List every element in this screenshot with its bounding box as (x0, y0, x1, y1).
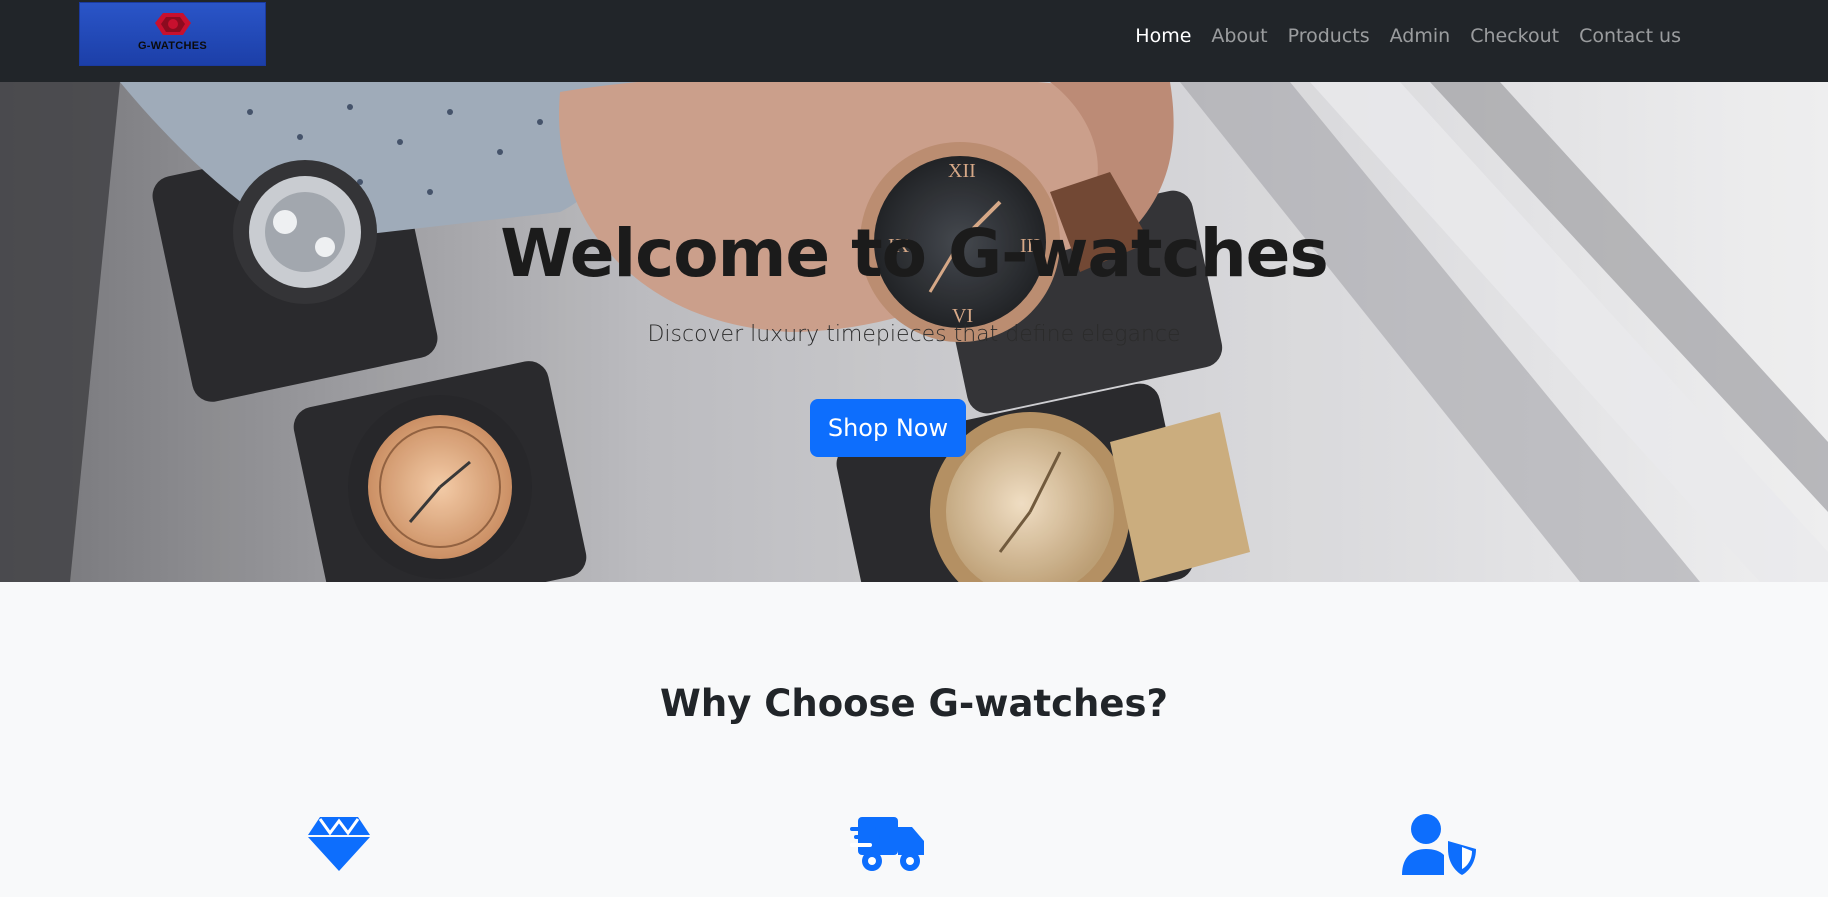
nav-menu: Home About Products Admin Checkout Conta… (1125, 0, 1691, 72)
user-shield-icon (1402, 814, 1476, 875)
shop-now-button[interactable]: Shop Now (810, 399, 966, 457)
brand-text: G-WATCHES (137, 40, 208, 52)
gem-icon (308, 817, 370, 871)
nav-link-admin[interactable]: Admin (1380, 25, 1461, 47)
logo-emblem-icon (155, 13, 191, 35)
nav-link-checkout[interactable]: Checkout (1460, 25, 1569, 47)
hero-banner: XII III VI IX Welcome to G-watches Discove… (0, 82, 1828, 582)
hero-title: Welcome to G-watches (500, 215, 1328, 292)
navbar: G-WATCHES Home About Products Admin Chec… (0, 0, 1828, 82)
hero-subtitle: Discover luxury timepieces that define e… (647, 322, 1181, 347)
nav-link-contact[interactable]: Contact us (1569, 25, 1691, 47)
shipping-fast-icon (850, 817, 924, 871)
nav-link-about[interactable]: About (1201, 25, 1277, 47)
nav-link-home[interactable]: Home (1125, 25, 1201, 47)
features-title: Why Choose G-watches? (660, 682, 1168, 725)
brand-logo[interactable]: G-WATCHES (79, 2, 266, 66)
nav-link-products[interactable]: Products (1278, 25, 1380, 47)
